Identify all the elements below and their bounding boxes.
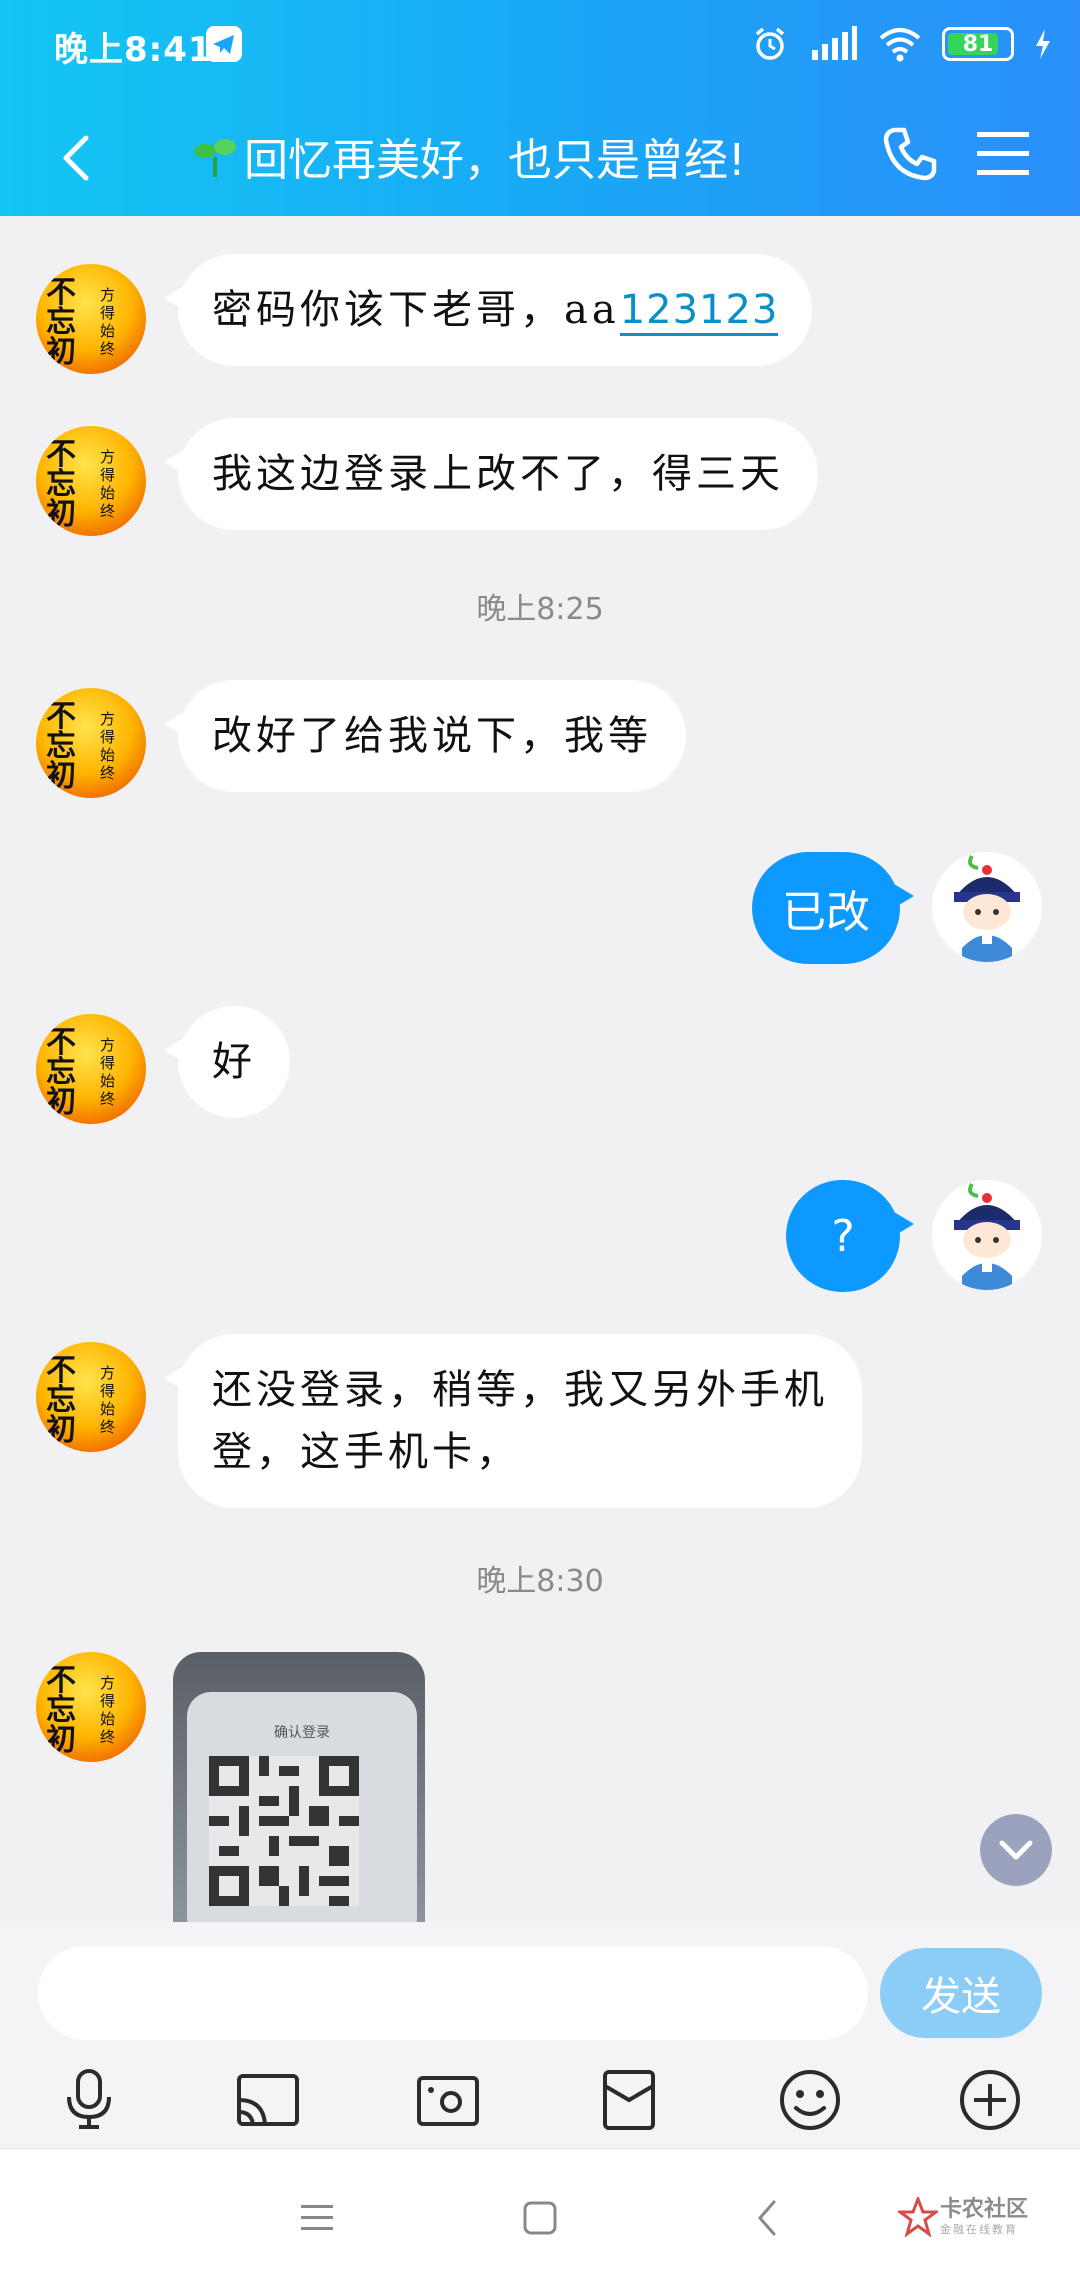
status-time: 晚上8:41	[54, 30, 213, 70]
home-button[interactable]	[510, 2193, 570, 2243]
phone-call-icon[interactable]	[880, 124, 940, 184]
alarm-icon	[755, 27, 785, 60]
battery-level: 81	[962, 31, 994, 57]
timestamp: 晚上8:25	[476, 592, 604, 627]
peer-avatar[interactable]: 不忘初心 方得始终	[36, 426, 146, 536]
my-avatar[interactable]	[932, 852, 1042, 962]
message-list[interactable]: 不忘初心 方得始终 密码你该下老哥，aa123123 不忘初心 方得始终 我这边…	[0, 216, 1080, 1922]
recent-apps-button[interactable]	[287, 2193, 347, 2243]
star-logo-icon	[898, 2197, 938, 2237]
my-message-bubble[interactable]: ?	[786, 1180, 914, 1292]
back-icon[interactable]	[52, 130, 104, 186]
menu-lines-icon	[301, 2205, 333, 2230]
sprout-icon	[194, 139, 236, 177]
status-bar: 晚上8:41 81	[0, 0, 1080, 90]
message-input[interactable]	[38, 1946, 868, 2040]
chat-title: 回忆再美好，也只是曾经!	[244, 135, 746, 186]
image-message[interactable]: 确认登录	[173, 1652, 425, 1922]
message-bubble[interactable]: 我这边登录上改不了，得三天	[164, 418, 818, 530]
red-packet-icon[interactable]	[589, 2060, 669, 2140]
emoji-icon[interactable]	[770, 2060, 850, 2140]
message-link[interactable]: 123123	[619, 287, 779, 336]
wifi-icon	[879, 28, 921, 62]
battery-icon: 81	[942, 27, 1014, 61]
notification-icon	[206, 26, 242, 62]
nav-bar: 回忆再美好，也只是曾经!	[0, 108, 1080, 208]
message-bubble[interactable]: 还没登录，稍等，我又另外手机 登，这手机卡，	[164, 1334, 862, 1508]
send-button[interactable]: 发送	[880, 1948, 1042, 2038]
watermark-logo: 卡农社区 金融在线教育	[898, 2187, 1048, 2247]
square-icon	[523, 2201, 557, 2235]
peer-avatar[interactable]: 不忘初心 方得始终	[36, 688, 146, 798]
system-navigation-bar: 卡农社区 金融在线教育	[0, 2148, 1080, 2280]
peer-avatar[interactable]: 不忘初心 方得始终	[36, 1014, 146, 1124]
status-icons: 81	[750, 24, 1052, 64]
image-screen-title: 确认登录	[274, 1725, 330, 1741]
message-bubble[interactable]: 密码你该下老哥，aa123123	[163, 254, 813, 366]
peer-avatar[interactable]: 不忘初心 方得始终	[36, 1342, 146, 1452]
back-button[interactable]	[737, 2193, 797, 2243]
message-bubble[interactable]: 好	[164, 1006, 290, 1118]
timestamp: 晚上8:30	[476, 1564, 604, 1599]
input-toolbar	[0, 2060, 1080, 2148]
signal-icon	[812, 26, 857, 60]
photo-icon[interactable]	[408, 2060, 488, 2140]
chat-header: 晚上8:41 81 回忆再美好，也只是曾经!	[0, 0, 1080, 216]
screen-share-icon[interactable]	[228, 2060, 308, 2140]
peer-avatar[interactable]: 不忘初心 方得始终	[36, 264, 146, 374]
peer-avatar[interactable]: 不忘初心 方得始终	[36, 1652, 146, 1762]
my-message-bubble[interactable]: 已改	[752, 852, 914, 964]
chat-title-area[interactable]: 回忆再美好，也只是曾经!	[192, 124, 746, 188]
my-avatar[interactable]	[932, 1180, 1042, 1290]
message-bubble[interactable]: 改好了给我说下，我等	[164, 680, 686, 792]
charging-icon	[1036, 29, 1050, 59]
qr-code-image	[209, 1756, 359, 1906]
plus-icon[interactable]	[950, 2060, 1030, 2140]
input-bar: 发送	[0, 1922, 1080, 2060]
menu-icon[interactable]	[975, 128, 1031, 180]
triangle-back-icon	[758, 2200, 776, 2236]
chevron-down-icon	[999, 1840, 1033, 1860]
scroll-down-button[interactable]	[980, 1814, 1052, 1886]
microphone-icon[interactable]	[49, 2060, 129, 2140]
